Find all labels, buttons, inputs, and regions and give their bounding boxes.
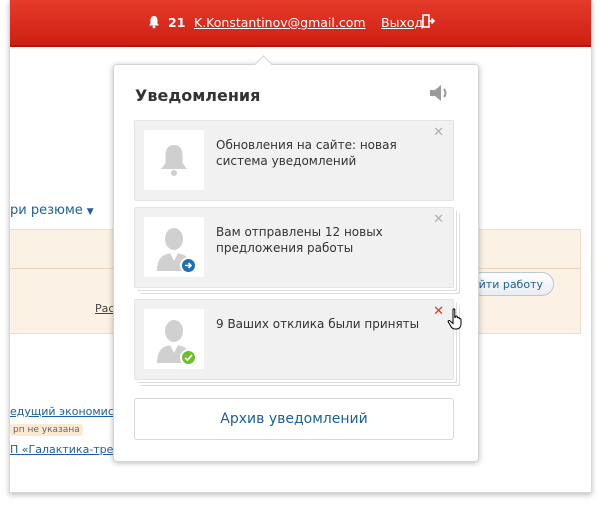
close-icon[interactable]: ✕ [433, 213, 444, 226]
notification-thumb [144, 309, 204, 369]
popup-title: Уведомления [135, 86, 261, 105]
resume-link-label: ри резюме [10, 203, 83, 218]
bell-icon[interactable] [147, 15, 161, 33]
notification-text: Обновления на сайте: новая система уведо… [216, 138, 397, 168]
user-email-link[interactable]: K.Konstantinov@gmail.com [194, 15, 366, 31]
notification-item[interactable]: Обновления на сайте: новая система уведо… [134, 120, 454, 201]
close-icon[interactable]: ✕ [433, 305, 444, 318]
hand-cursor-icon [447, 308, 465, 334]
find-job-button[interactable]: айти работу [470, 272, 554, 296]
notification-thumb [144, 130, 204, 190]
archive-button[interactable]: Архив уведомлений [134, 398, 454, 440]
logout-link[interactable]: Выход [381, 15, 423, 31]
resume-dropdown-link[interactable]: ри резюме ▼ [10, 203, 94, 218]
speaker-icon[interactable] [429, 84, 451, 106]
job-title-link[interactable]: едущий экономист [10, 405, 120, 418]
notification-item[interactable]: 9 Ваших отклика были приняты ✕ [134, 299, 462, 380]
top-header-bar: 21 K.Konstantinov@gmail.com Выход [10, 0, 591, 47]
notification-text: Вам отправлены 12 новых предложения рабо… [216, 225, 383, 255]
notification-text: 9 Ваших отклика были приняты [216, 317, 420, 331]
checkmark-icon [180, 349, 197, 366]
logout-icon[interactable] [422, 14, 436, 32]
salary-badge: рп не указана [10, 424, 83, 436]
bell-icon [158, 143, 190, 181]
notification-item[interactable]: Вам отправлены 12 новых предложения рабо… [134, 207, 454, 288]
forward-arrow-icon [180, 257, 197, 274]
close-icon[interactable]: ✕ [433, 126, 444, 139]
notifications-popup: Уведомления Обновления на сайте: новая с… [113, 55, 479, 462]
panel-link[interactable]: Рас [95, 302, 114, 315]
chevron-down-icon: ▼ [86, 207, 94, 217]
notification-count[interactable]: 21 [168, 15, 185, 31]
notification-thumb [144, 217, 204, 277]
